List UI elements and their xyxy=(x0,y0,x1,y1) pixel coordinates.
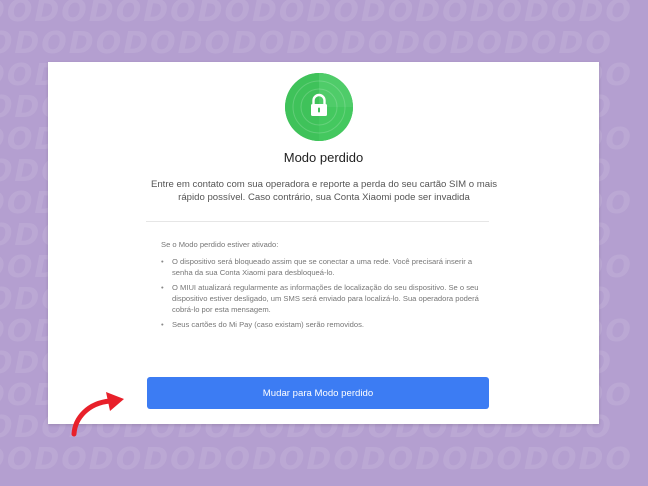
lock-icon xyxy=(285,73,353,141)
watermark-row: DODODODODODODODODODODODO xyxy=(0,0,633,29)
list-item: Seus cartões do Mi Pay (caso existam) se… xyxy=(161,319,481,330)
watermark-row: DODODODODODODODODODODODO xyxy=(0,26,613,61)
curved-arrow-icon xyxy=(71,392,124,437)
divider xyxy=(146,221,489,222)
dialog-title: Modo perdido xyxy=(283,150,364,165)
watermark-row: DODODODODODODODODODODODO xyxy=(0,442,633,477)
list-item: O MIUI atualizará regularmente as inform… xyxy=(161,282,481,315)
lock-badge xyxy=(285,73,353,141)
lost-mode-dialog: Modo perdido Entre em contato com sua op… xyxy=(48,62,599,424)
lost-mode-details: Se o Modo perdido estiver ativado: O dis… xyxy=(161,239,481,334)
dialog-subtitle: Entre em contato com sua operadora e rep… xyxy=(150,179,498,203)
list-item: O dispositivo será bloqueado assim que s… xyxy=(161,256,481,278)
switch-to-lost-mode-button[interactable]: Mudar para Modo perdido xyxy=(147,377,489,409)
details-heading: Se o Modo perdido estiver ativado: xyxy=(161,240,279,249)
details-list: O dispositivo será bloqueado assim que s… xyxy=(161,256,481,330)
